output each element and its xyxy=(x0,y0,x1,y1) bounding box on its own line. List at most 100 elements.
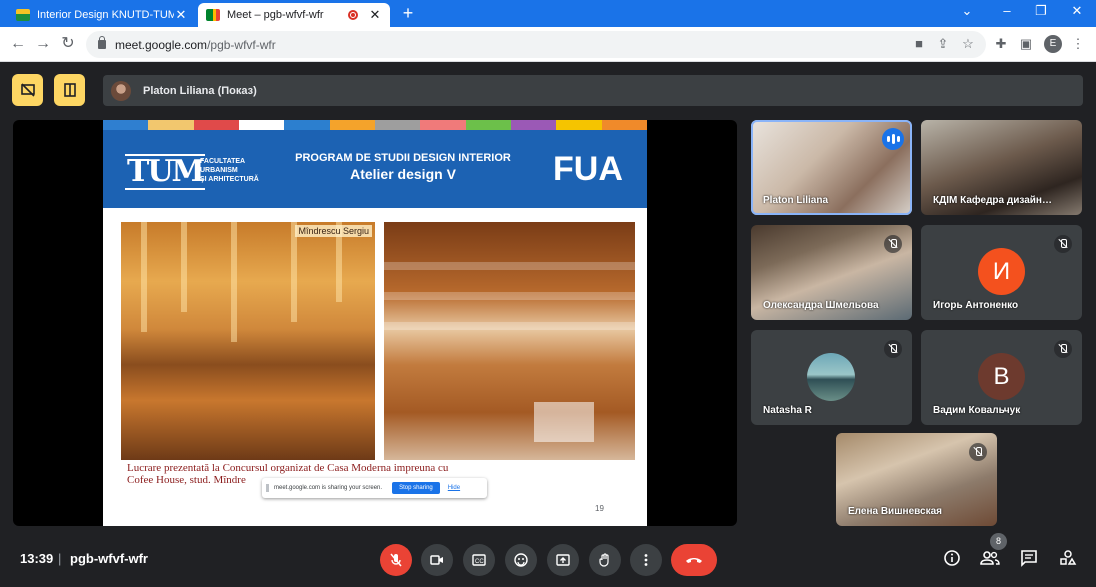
slide: TUM FACULTATEA URBANISM ŞI ARHITECTURĂ P… xyxy=(103,120,647,526)
meeting-code: pgb-wfvf-wfr xyxy=(70,551,148,566)
faculty-label: FACULTATEA URBANISM ŞI ARHITECTURĂ xyxy=(200,158,259,183)
emoji-icon xyxy=(514,553,528,567)
stop-sharing-button[interactable]: Stop sharing xyxy=(392,482,440,494)
reactions-button[interactable] xyxy=(505,544,537,576)
present-screen-icon xyxy=(556,554,570,566)
mic-off-icon xyxy=(884,340,902,358)
slide-number: 19 xyxy=(595,504,604,513)
color-strip-segment xyxy=(193,120,239,130)
participant-name: КДІМ Кафедра дизайн… xyxy=(933,195,1052,206)
participant-tile[interactable]: КДІМ Кафедра дизайн… xyxy=(921,120,1082,215)
separator: | xyxy=(58,551,62,566)
svg-text:CC: CC xyxy=(475,559,484,565)
bookmark-star-icon[interactable]: ☆ xyxy=(960,36,976,52)
tab-classroom[interactable]: Interior Design KNUTD-TUM • … ✕ xyxy=(8,3,196,27)
hang-up-icon xyxy=(686,558,702,563)
tab-title: Meet – pgb-wfvf-wfr xyxy=(227,9,324,21)
color-strip-segment xyxy=(510,120,557,130)
fua-logo: FUA xyxy=(553,150,623,188)
avatar: В xyxy=(978,353,1025,400)
camera-icon[interactable]: ■ xyxy=(911,36,927,52)
program-title: PROGRAM DE STUDII DESIGN INTERIOR xyxy=(295,152,511,164)
color-strip xyxy=(103,120,647,130)
tab-search-icon[interactable]: ⌄ xyxy=(956,3,978,19)
participant-tile[interactable]: В Вадим Ковальчук xyxy=(921,330,1082,425)
avatar: И xyxy=(978,248,1025,295)
captions-icon: CC xyxy=(472,554,486,566)
mic-off-icon xyxy=(1054,235,1072,253)
participant-name: Вадим Ковальчук xyxy=(933,405,1021,416)
avatar xyxy=(807,353,855,401)
mic-off-icon xyxy=(969,443,987,461)
microphone-toggle-button[interactable] xyxy=(380,544,412,576)
activities-icon[interactable] xyxy=(1057,549,1079,571)
caption-line-1: Lucrare prezentată la Concursul organiza… xyxy=(127,462,449,474)
presentation-stage[interactable]: TUM FACULTATEA URBANISM ŞI ARHITECTURĂ P… xyxy=(13,120,737,526)
captions-button[interactable]: CC xyxy=(463,544,495,576)
hide-presentation-button[interactable] xyxy=(12,74,43,106)
browser-toolbar: ← → ↻ meet.google.com/pgb-wfvf-wfr ■ ⇪ ☆… xyxy=(0,27,1096,62)
participant-tile[interactable]: Platon Liliana xyxy=(751,120,912,215)
tum-logo: TUM xyxy=(125,154,205,190)
close-window-icon[interactable]: ✕ xyxy=(1066,3,1088,19)
share-notice-text: meet.google.com is sharing your screen. xyxy=(274,485,383,491)
people-icon[interactable] xyxy=(979,549,1001,571)
mic-off-icon xyxy=(390,553,402,567)
photo-caption: Mîndrescu Sergiu xyxy=(295,225,372,237)
share-icon[interactable]: ⇪ xyxy=(935,36,951,52)
hide-button[interactable]: Hide xyxy=(448,485,460,491)
extensions-icon[interactable]: ✚ xyxy=(993,36,1009,52)
tab-title: Interior Design KNUTD-TUM • … xyxy=(37,9,174,21)
participant-tile[interactable]: Natasha R xyxy=(751,330,912,425)
color-strip-segment xyxy=(420,120,466,130)
cafe-interior-photo-1: Mîndrescu Sergiu xyxy=(121,222,375,460)
meet-favicon-icon xyxy=(206,9,220,21)
tab-meet[interactable]: Meet – pgb-wfvf-wfr ✕ xyxy=(198,3,390,27)
address-bar[interactable]: meet.google.com/pgb-wfvf-wfr xyxy=(86,31,986,58)
raise-hand-button[interactable] xyxy=(589,544,621,576)
program-subtitle: Atelier design V xyxy=(350,166,456,182)
more-vert-icon xyxy=(644,554,648,566)
presentation-off-icon xyxy=(20,83,35,97)
presenter-avatar xyxy=(111,80,131,101)
color-strip-segment xyxy=(601,120,647,130)
back-icon[interactable]: ← xyxy=(8,34,28,54)
present-now-button[interactable] xyxy=(547,544,579,576)
screen-share-notice: meet.google.com is sharing your screen. … xyxy=(262,478,487,498)
url-host: meet.google.com xyxy=(115,37,208,52)
color-strip-segment xyxy=(374,120,421,130)
video-camera-icon xyxy=(430,555,443,565)
close-icon[interactable]: ✕ xyxy=(368,7,382,23)
participant-name: Игорь Антоненко xyxy=(933,300,1019,311)
profile-avatar[interactable]: E xyxy=(1044,35,1062,53)
pin-layout-button[interactable] xyxy=(54,74,85,106)
close-icon[interactable]: ✕ xyxy=(174,7,188,23)
mic-off-icon xyxy=(884,235,902,253)
new-tab-icon[interactable]: + xyxy=(398,3,418,24)
camera-toggle-button[interactable] xyxy=(421,544,453,576)
color-strip-segment xyxy=(556,120,602,130)
color-strip-segment xyxy=(238,120,285,130)
leave-call-button[interactable] xyxy=(671,544,717,576)
menu-kebab-icon[interactable]: ⋮ xyxy=(1070,36,1086,52)
restore-icon[interactable]: ❐ xyxy=(1030,3,1052,19)
hand-icon xyxy=(599,553,609,567)
color-strip-segment xyxy=(148,120,194,130)
more-options-button[interactable] xyxy=(630,544,662,576)
participant-name: Олександра Шмельова xyxy=(763,300,879,311)
participant-name: Natasha R xyxy=(763,405,812,416)
participant-tile[interactable]: И Игорь Антоненко xyxy=(921,225,1082,320)
chat-icon[interactable] xyxy=(1018,549,1040,571)
minimize-icon[interactable]: – xyxy=(996,3,1018,18)
participant-tile[interactable]: Олександра Шмельова xyxy=(751,225,912,320)
side-panel-icon[interactable]: ▣ xyxy=(1018,36,1034,52)
cafe-interior-photo-2 xyxy=(384,222,635,460)
drag-handle-icon[interactable] xyxy=(266,484,269,492)
forward-icon[interactable]: → xyxy=(33,34,53,54)
meeting-details-icon[interactable] xyxy=(941,549,963,571)
presenter-bar: Platon Liliana (Показ) xyxy=(103,75,1083,106)
reload-icon[interactable]: ↻ xyxy=(58,34,78,54)
url-path: /pgb-wfvf-wfr xyxy=(207,37,276,52)
participant-tile[interactable]: Елена Вишневская xyxy=(836,433,997,526)
layout-icon xyxy=(63,83,76,97)
